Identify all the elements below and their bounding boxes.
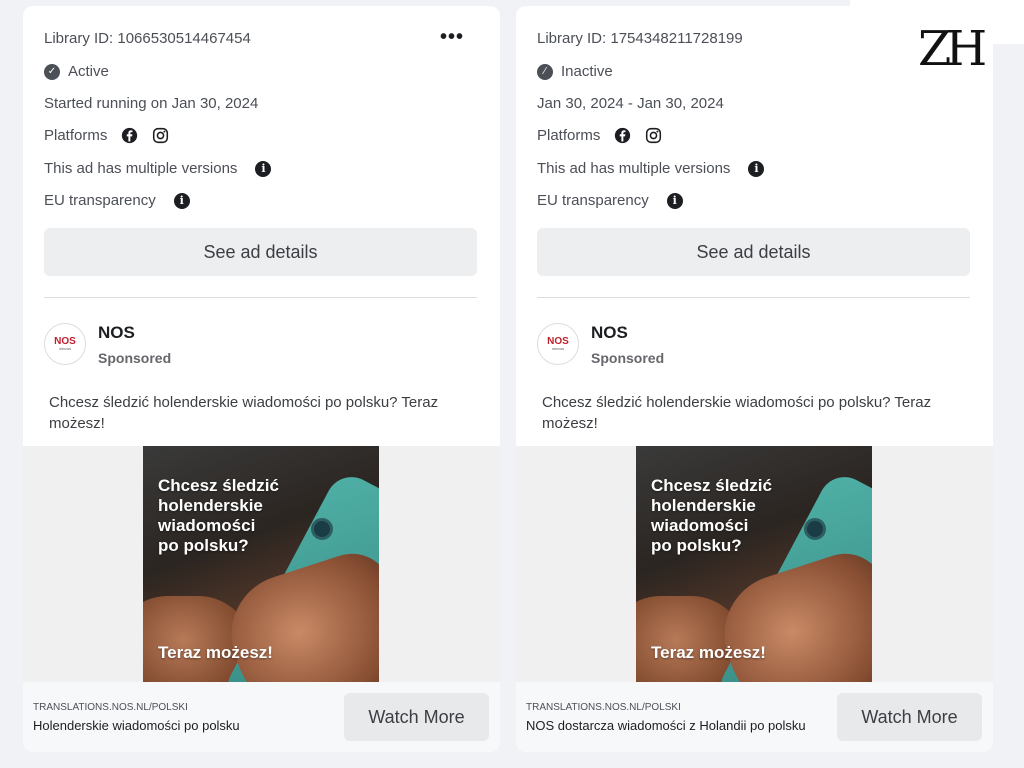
watermark-logo: ZH	[918, 21, 987, 77]
multiple-versions-row: This ad has multiple versions i	[537, 160, 765, 177]
advertiser-name[interactable]: NOS	[591, 323, 628, 343]
platforms-label: Platforms	[537, 127, 601, 144]
sponsored-label: Sponsored	[591, 350, 665, 366]
facebook-icon	[122, 127, 138, 144]
run-dates: Started running on Jan 30, 2024	[44, 95, 259, 112]
divider	[537, 297, 970, 298]
run-dates: Jan 30, 2024 - Jan 30, 2024	[537, 95, 724, 112]
sponsored-label: Sponsored	[98, 350, 172, 366]
info-icon[interactable]: i	[748, 160, 765, 177]
link-domain[interactable]: TRANSLATIONS.NOS.NL/POLSKI	[526, 702, 681, 713]
watch-more-button[interactable]: Watch More	[837, 693, 982, 741]
ad-body-text: Chcesz śledzić holenderskie wiadomości p…	[542, 394, 932, 432]
ad-creative-image[interactable]: Chcesz śledzić holenderskie wiadomości p…	[143, 446, 379, 682]
divider	[44, 297, 477, 298]
avatar-logo-subtext: nieuws	[58, 346, 72, 351]
status-text: Inactive	[561, 63, 613, 80]
ad-creative-image[interactable]: Chcesz śledzić holenderskie wiadomości p…	[636, 446, 872, 682]
avatar-logo-subtext: nieuws	[551, 346, 565, 351]
eu-transparency-row: EU transparency i	[537, 192, 683, 209]
check-circle-icon: ✓	[44, 63, 60, 80]
ad-body-text: Chcesz śledzić holenderskie wiadomości p…	[49, 394, 439, 432]
watch-more-button[interactable]: Watch More	[344, 693, 489, 741]
info-icon[interactable]: i	[173, 192, 190, 209]
see-ad-details-button[interactable]: See ad details	[537, 228, 970, 276]
multiple-versions-text: This ad has multiple versions	[537, 160, 731, 177]
status-text: Active	[68, 63, 109, 80]
link-description[interactable]: Holenderskie wiadomości po polsku	[33, 718, 240, 733]
info-icon[interactable]: i	[255, 160, 272, 177]
avatar[interactable]: NOS nieuws	[44, 323, 86, 365]
ad-card: Library ID: 1066530514467454 ••• ✓ Activ…	[23, 6, 500, 752]
library-id: Library ID: 1066530514467454	[44, 30, 251, 47]
creative-headline: Chcesz śledzić holenderskie wiadomości p…	[158, 476, 279, 555]
creative-tagline: Teraz możesz!	[158, 643, 273, 662]
creative-headline: Chcesz śledzić holenderskie wiadomości p…	[651, 476, 772, 555]
ad-card: Library ID: 1754348211728199 ⁄ Inactive …	[516, 6, 993, 752]
platforms-label: Platforms	[44, 127, 108, 144]
eu-transparency-text: EU transparency	[44, 192, 156, 209]
ad-footer: TRANSLATIONS.NOS.NL/POLSKI NOS dostarcza…	[516, 682, 993, 752]
info-icon[interactable]: i	[666, 192, 683, 209]
avatar[interactable]: NOS nieuws	[537, 323, 579, 365]
status-row: ✓ Active	[44, 63, 109, 80]
more-options-button[interactable]: •••	[440, 26, 464, 49]
slash-circle-icon: ⁄	[537, 63, 553, 80]
library-id: Library ID: 1754348211728199	[537, 30, 743, 47]
multiple-versions-row: This ad has multiple versions i	[44, 160, 272, 177]
ad-footer: TRANSLATIONS.NOS.NL/POLSKI Holenderskie …	[23, 682, 500, 752]
facebook-icon	[615, 127, 631, 144]
see-ad-details-button[interactable]: See ad details	[44, 228, 477, 276]
eu-transparency-text: EU transparency	[537, 192, 649, 209]
creative-tagline: Teraz możesz!	[651, 643, 766, 662]
platforms-row: Platforms	[44, 127, 169, 144]
eu-transparency-row: EU transparency i	[44, 192, 190, 209]
advertiser-name[interactable]: NOS	[98, 323, 135, 343]
link-description[interactable]: NOS dostarcza wiadomości z Holandii po p…	[526, 718, 806, 733]
status-row: ⁄ Inactive	[537, 63, 613, 80]
instagram-icon	[646, 127, 662, 144]
platforms-row: Platforms	[537, 127, 662, 144]
multiple-versions-text: This ad has multiple versions	[44, 160, 238, 177]
instagram-icon	[153, 127, 169, 144]
link-domain[interactable]: TRANSLATIONS.NOS.NL/POLSKI	[33, 702, 188, 713]
